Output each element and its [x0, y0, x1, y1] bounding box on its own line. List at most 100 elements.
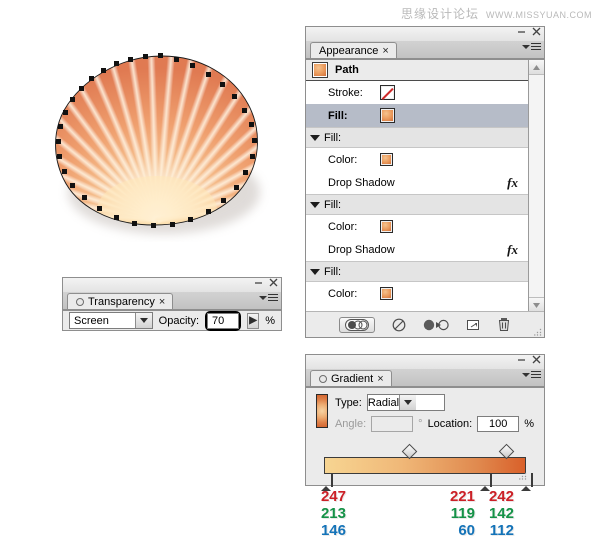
appearance-scrollbar[interactable] [528, 60, 544, 312]
scrollbar-track[interactable] [529, 75, 544, 297]
fx-icon[interactable]: fx [507, 175, 518, 191]
disclosure-triangle-icon[interactable] [310, 134, 320, 141]
appearance-row-label: Fill: [324, 265, 342, 278]
appearance-group-fill-3[interactable]: Fill: [306, 261, 528, 282]
tab-gradient[interactable]: Gradient × [310, 370, 392, 386]
menu-lines-icon [531, 43, 541, 50]
transparency-panel-menu-icon[interactable] [259, 294, 278, 301]
color-swatch[interactable] [380, 220, 393, 233]
opacity-label: Opacity: [158, 314, 200, 327]
transparency-panel[interactable]: Transparency × Screen Opacity: 70 ▶ % [62, 277, 282, 331]
appearance-row-list[interactable]: Path Stroke: Fill: Fill: Color: Drop Sha… [306, 60, 528, 312]
scroll-up-arrow-icon[interactable] [529, 60, 544, 75]
appearance-row-color-2[interactable]: Color: [306, 215, 528, 238]
close-icon[interactable] [269, 278, 278, 287]
tab-appearance[interactable]: Appearance × [310, 42, 397, 58]
gradient-percent-label: % [524, 418, 534, 430]
gradient-preview-thumbnail[interactable] [316, 394, 328, 428]
gradient-location-input[interactable]: 100 [477, 416, 520, 432]
color-swatch[interactable] [380, 153, 393, 166]
gradient-location-label: Location: [427, 418, 473, 430]
scroll-down-arrow-icon[interactable] [529, 297, 544, 312]
duplicate-selected-item-icon[interactable] [466, 318, 480, 332]
gradient-stop-2[interactable] [479, 473, 492, 491]
transparency-titlebar[interactable] [63, 278, 281, 292]
stroke-swatch-none[interactable] [380, 85, 395, 100]
fill-swatch[interactable] [380, 108, 395, 123]
appearance-row-dropshadow-2[interactable]: Drop Shadow fx [306, 238, 528, 261]
appearance-panel[interactable]: Appearance × Path Stroke: Fill: Fill: Co… [305, 26, 545, 338]
appearance-titlebar[interactable] [306, 27, 544, 41]
rgb-red-value: 221 [449, 488, 475, 505]
gradient-angle-input[interactable] [371, 416, 414, 432]
close-icon[interactable] [532, 27, 541, 36]
menu-lines-icon [268, 294, 278, 301]
transparency-window-buttons [254, 278, 278, 287]
gradient-resize-grip[interactable] [519, 471, 527, 483]
appearance-row-label: Fill: [328, 109, 348, 122]
artboard-canvas[interactable] [18, 32, 286, 242]
gradient-ramp[interactable] [324, 457, 526, 474]
watermark-en: WWW.MISSYUAN.COM [486, 10, 592, 20]
opacity-input[interactable]: 70 [207, 312, 240, 329]
gradient-body: Type: Radial Angle: ° Location: 100 % [306, 387, 544, 491]
minimize-button[interactable] [517, 27, 526, 36]
gradient-type-select[interactable]: Radial [366, 394, 445, 411]
gradient-titlebar[interactable] [306, 355, 544, 369]
color-swatch[interactable] [380, 287, 393, 300]
chevron-down-icon [259, 295, 267, 300]
new-art-has-basic-appearance-icon[interactable] [339, 316, 375, 333]
tab-close-icon[interactable]: × [377, 373, 383, 384]
opacity-percent-label: % [265, 314, 275, 327]
tab-transparency-label: Transparency [88, 295, 155, 308]
delete-selected-item-icon[interactable] [497, 317, 511, 332]
appearance-footer-toolbar[interactable] [306, 311, 544, 337]
disclosure-triangle-icon[interactable] [310, 268, 320, 275]
blend-mode-select[interactable]: Screen [69, 312, 153, 329]
chevron-down-icon [522, 44, 530, 49]
gradient-panel[interactable]: Gradient × Type: Radial Angle: ° Locatio… [305, 354, 545, 491]
gradient-tabstrip[interactable]: Gradient × [306, 369, 544, 387]
rgb-green-value: 213 [320, 505, 346, 522]
tab-gradient-label: Gradient [331, 372, 374, 385]
appearance-row-fill-selected[interactable]: Fill: [306, 104, 528, 127]
reduce-to-basic-appearance-icon[interactable] [423, 318, 449, 332]
appearance-row-label: Drop Shadow [328, 243, 395, 256]
clear-appearance-icon[interactable] [392, 318, 406, 332]
appearance-tabstrip[interactable]: Appearance × [306, 41, 544, 59]
gradient-type-value: Radial [367, 396, 400, 409]
stop-3-rgb-readout: 242 142 112 [482, 488, 514, 539]
appearance-row-color-3[interactable]: Color: [306, 282, 528, 305]
disclosure-triangle-icon[interactable] [310, 201, 320, 208]
fx-icon[interactable]: fx [507, 242, 518, 258]
tab-close-icon[interactable]: × [159, 296, 165, 307]
path-thumbnail-icon [312, 62, 328, 78]
appearance-window-buttons [517, 27, 541, 36]
appearance-panel-menu-icon[interactable] [522, 43, 541, 50]
gradient-panel-menu-icon[interactable] [522, 371, 541, 378]
appearance-row-label: Color: [328, 287, 358, 300]
gradient-slider[interactable] [320, 443, 533, 491]
rgb-red-value: 247 [320, 488, 346, 505]
minimize-button[interactable] [254, 278, 263, 287]
close-icon[interactable] [532, 355, 541, 364]
appearance-resize-grip[interactable] [534, 327, 542, 336]
appearance-row-label: Stroke: [328, 86, 363, 99]
transparency-tabstrip[interactable]: Transparency × [63, 292, 281, 310]
chevron-down-icon[interactable] [399, 395, 417, 410]
gradient-stop-1[interactable] [321, 473, 333, 491]
opacity-stepper-button[interactable]: ▶ [247, 312, 260, 329]
tab-transparency[interactable]: Transparency × [67, 293, 174, 309]
appearance-group-fill-1[interactable]: Fill: [306, 127, 528, 148]
chevron-down-icon [522, 372, 530, 377]
appearance-row-dropshadow-1[interactable]: Drop Shadow fx [306, 171, 528, 194]
chevron-down-icon[interactable] [134, 313, 152, 328]
tab-close-icon[interactable]: × [382, 45, 388, 56]
seashell-illustration [55, 53, 260, 234]
transparency-body: Screen Opacity: 70 ▶ % [63, 310, 281, 331]
appearance-group-fill-2[interactable]: Fill: [306, 194, 528, 215]
appearance-row-stroke[interactable]: Stroke: [306, 81, 528, 104]
appearance-row-color-1[interactable]: Color: [306, 148, 528, 171]
minimize-button[interactable] [517, 355, 526, 364]
appearance-row-path[interactable]: Path [306, 60, 528, 81]
